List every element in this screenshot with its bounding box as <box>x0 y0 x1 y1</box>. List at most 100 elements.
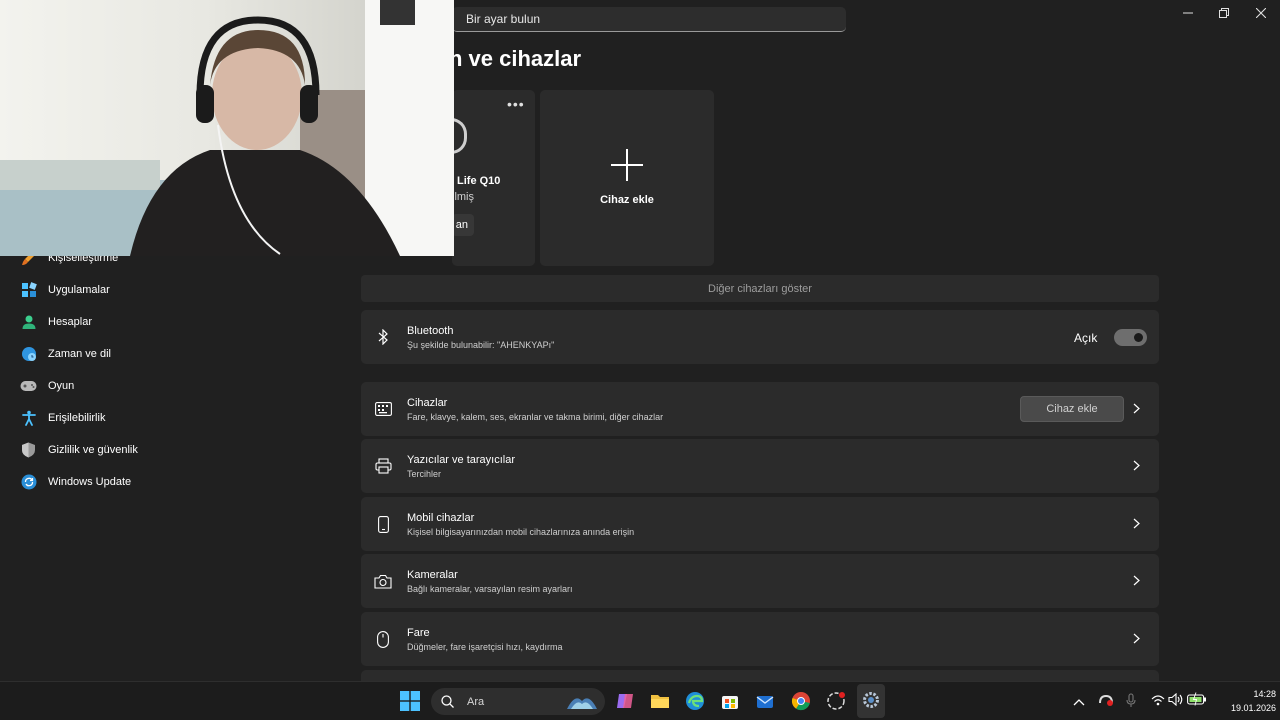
row-title: Mobil cihazlar <box>407 512 475 524</box>
taskbar: Ara 14:28 19.01.2026 <box>0 681 1280 720</box>
taskbar-search-label: Ara <box>467 695 485 708</box>
sidebar-item-privacy-security[interactable]: Gizlilik ve güvenlik <box>20 436 138 464</box>
sidebar-item-label: Uygulamalar <box>48 284 110 296</box>
show-other-devices-label: Diğer cihazları göster <box>708 282 812 295</box>
sidebar-item-accessibility[interactable]: Erişilebilirlik <box>20 404 105 432</box>
mail-icon[interactable] <box>755 691 775 711</box>
chevron-right-icon <box>1129 516 1143 530</box>
edge-icon[interactable] <box>685 691 705 711</box>
row-title: Fare <box>407 627 430 639</box>
chevron-right-icon <box>1129 573 1143 587</box>
keyboard-icon <box>374 400 392 418</box>
more-options-icon[interactable]: ••• <box>507 96 525 112</box>
row-subtitle: Fare, klavye, kalem, ses, ekranlar ve ta… <box>407 412 664 422</box>
row-title: Cihazlar <box>407 397 448 409</box>
start-button[interactable] <box>400 691 420 711</box>
gear-icon <box>863 692 879 708</box>
toggle-knob <box>1134 333 1143 342</box>
mouse-row[interactable]: Fare Düğmeler, fare işaretçisi hızı, kay… <box>361 612 1159 666</box>
row-subtitle: Düğmeler, fare işaretçisi hızı, kaydırma <box>407 642 563 652</box>
settings-taskbar-button[interactable] <box>857 684 885 718</box>
copilot-icon[interactable] <box>615 691 635 711</box>
close-button[interactable] <box>1243 0 1279 26</box>
sidebar-item-time-language[interactable]: Zaman ve dil <box>20 340 111 368</box>
row-subtitle: Kişisel bilgisayarınızdan mobil cihazlar… <box>407 527 635 537</box>
sidebar-item-apps[interactable]: Uygulamalar <box>20 276 110 304</box>
bluetooth-icon <box>374 328 392 346</box>
mobile-devices-row[interactable]: Mobil cihazlar Kişisel bilgisayarınızdan… <box>361 497 1159 551</box>
gamepad-icon <box>20 378 37 395</box>
chrome-icon[interactable] <box>791 691 811 711</box>
settings-search-input[interactable]: Bir ayar bulun <box>452 7 846 32</box>
bluetooth-row: Bluetooth Şu şekilde bulunabilir: "AHENK… <box>361 310 1159 364</box>
bluetooth-toggle-label: Açık <box>1074 331 1098 345</box>
windows-logo-icon <box>400 691 420 711</box>
device-action-button[interactable]: an <box>452 214 474 236</box>
row-title: Kameralar <box>407 569 458 581</box>
webcam-overlay <box>0 0 454 256</box>
globe-clock-icon <box>20 346 37 363</box>
tray-app-icon[interactable] <box>1098 693 1114 709</box>
shield-icon <box>20 442 37 459</box>
row-title: Yazıcılar ve tarayıcılar <box>407 454 515 466</box>
wifi-icon[interactable] <box>1151 693 1165 707</box>
search-highlight-icon <box>567 698 597 709</box>
device-action-label: an <box>455 219 468 231</box>
device-status: ilmiş <box>452 191 474 203</box>
update-icon <box>20 474 37 491</box>
next-row-partial[interactable] <box>361 670 1159 681</box>
taskbar-search[interactable]: Ara <box>431 688 605 715</box>
battery-icon[interactable] <box>1187 692 1207 708</box>
microphone-icon[interactable] <box>1126 693 1140 709</box>
mouse-icon <box>374 630 392 648</box>
file-explorer-icon[interactable] <box>650 691 670 711</box>
chevron-right-icon <box>1129 631 1143 645</box>
search-placeholder: Bir ayar bulun <box>466 12 541 26</box>
plus-icon-vertical <box>626 149 628 181</box>
clock-time[interactable]: 14:28 <box>1232 689 1276 699</box>
phone-icon <box>374 515 392 533</box>
accessibility-icon <box>20 410 37 427</box>
add-device-button[interactable]: Cihaz ekle <box>1020 396 1124 422</box>
store-icon[interactable] <box>720 691 740 711</box>
minimize-icon <box>1183 12 1193 14</box>
show-other-devices-button[interactable]: Diğer cihazları göster <box>361 275 1159 302</box>
sidebar-item-label: Gizlilik ve güvenlik <box>48 444 138 456</box>
sidebar-item-windows-update[interactable]: Windows Update <box>20 468 131 496</box>
minimize-button[interactable] <box>1170 0 1206 26</box>
sidebar-item-accounts[interactable]: Hesaplar <box>20 308 92 336</box>
sidebar-item-label: Zaman ve dil <box>48 348 111 360</box>
camera-icon <box>374 572 392 590</box>
bluetooth-title: Bluetooth <box>407 325 454 337</box>
cameras-row[interactable]: Kameralar Bağlı kameralar, varsayılan re… <box>361 554 1159 608</box>
add-device-button-label: Cihaz ekle <box>1046 403 1098 415</box>
chevron-up-icon[interactable] <box>1073 693 1087 707</box>
row-subtitle: Tercihler <box>407 469 442 479</box>
device-name: Life Q10 <box>457 175 501 187</box>
sidebar-item-label: Oyun <box>48 380 75 392</box>
sidebar-item-gaming[interactable]: Oyun <box>20 372 74 400</box>
restore-icon <box>1219 8 1229 18</box>
bluetooth-subtitle: Şu şekilde bulunabilir: "AHENKYAPı" <box>407 340 555 350</box>
printers-row[interactable]: Yazıcılar ve tarayıcılar Tercihler <box>361 439 1159 493</box>
chevron-right-icon <box>1129 401 1143 415</box>
add-device-label: Cihaz ekle <box>600 194 654 206</box>
bluetooth-toggle[interactable] <box>1114 329 1147 346</box>
close-icon <box>1256 8 1266 18</box>
volume-icon[interactable] <box>1168 692 1183 707</box>
printer-icon <box>374 457 392 475</box>
webcam-image <box>0 0 454 256</box>
sidebar-item-label: Windows Update <box>48 476 132 488</box>
row-subtitle: Bağlı kameralar, varsayılan resim ayarla… <box>407 584 573 594</box>
sidebar-item-label: Hesaplar <box>48 316 93 328</box>
app-icon[interactable] <box>826 691 846 711</box>
clock-date[interactable]: 19.01.2026 <box>1212 703 1276 713</box>
person-icon <box>20 314 37 331</box>
restore-button[interactable] <box>1206 0 1242 26</box>
page-title: n ve cihazlar <box>449 46 582 71</box>
chevron-right-icon <box>1129 458 1143 472</box>
sidebar-item-label: Erişilebilirlik <box>48 412 106 424</box>
search-icon <box>441 695 454 708</box>
devices-row[interactable]: Cihazlar Fare, klavye, kalem, ses, ekran… <box>361 382 1159 436</box>
apps-icon <box>20 282 37 299</box>
